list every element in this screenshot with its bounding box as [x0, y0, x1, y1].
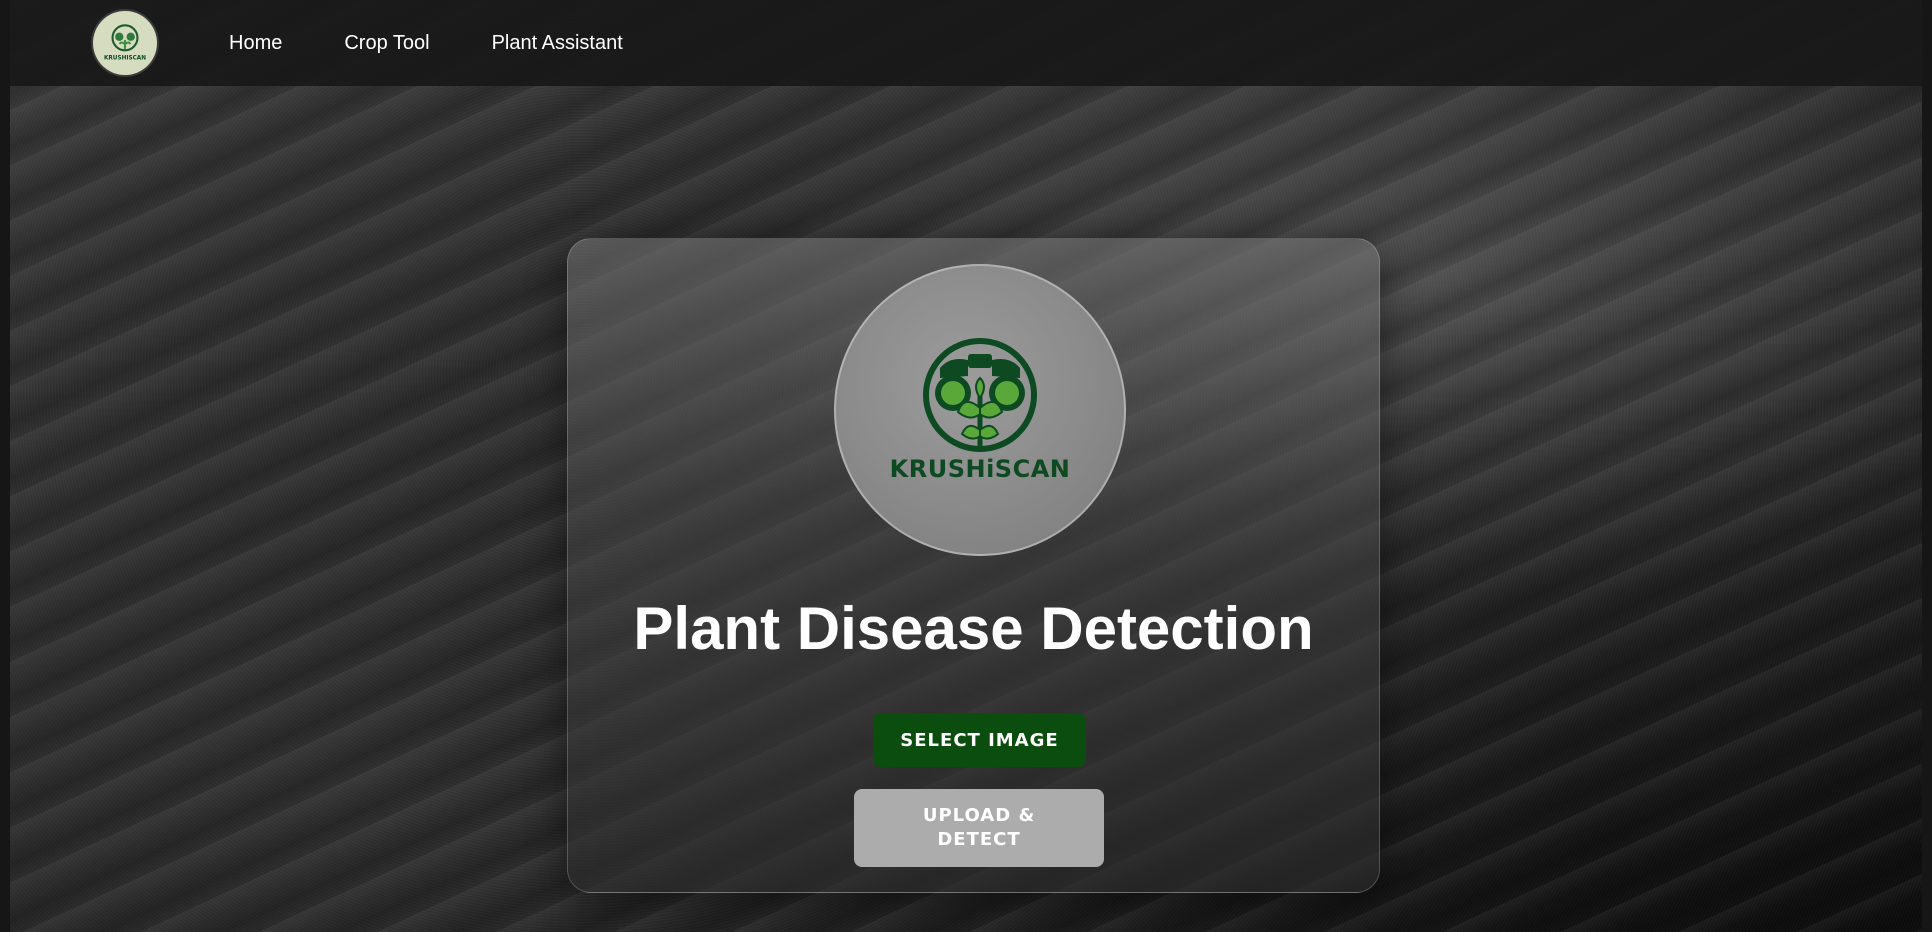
page-title: Plant Disease Detection: [633, 595, 1314, 662]
krushiscan-logo-icon: KRUSHISCAN: [104, 24, 146, 62]
hero-logo: KRUSHiSCAN: [834, 264, 1126, 556]
upload-detect-button[interactable]: UPLOAD & DETECT: [854, 789, 1104, 867]
binoculars-leaf-icon: [923, 337, 1037, 452]
select-image-button[interactable]: SELECT IMAGE: [873, 713, 1086, 767]
hero-logo-text: KRUSHiSCAN: [889, 454, 1071, 483]
nav-link-plant-assistant[interactable]: Plant Assistant: [492, 32, 623, 55]
upload-detect-label: UPLOAD & DETECT: [922, 805, 1036, 850]
nav-link-crop-tool[interactable]: Crop Tool: [344, 32, 429, 55]
nav-logo-text: KRUSHISCAN: [104, 56, 146, 62]
navbar: KRUSHISCAN Home Crop Tool Plant Assistan…: [10, 0, 1922, 86]
nav-links: Home Crop Tool Plant Assistant: [229, 32, 685, 55]
nav-link-home[interactable]: Home: [229, 32, 282, 55]
detection-card: KRUSHiSCAN Plant Disease Detection SELEC…: [567, 238, 1380, 893]
page-background: KRUSHISCAN Home Crop Tool Plant Assistan…: [0, 0, 1932, 932]
nav-logo[interactable]: KRUSHISCAN: [93, 11, 157, 75]
